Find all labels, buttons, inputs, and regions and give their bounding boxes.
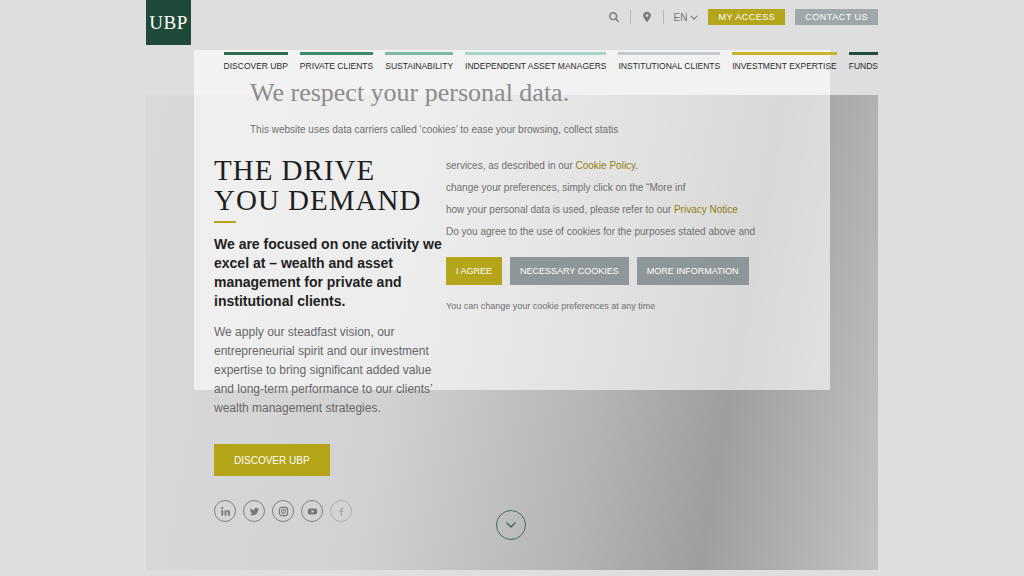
instagram-icon [278,506,289,517]
header-tools: EN MY ACCESS CONTACT US [608,0,878,25]
social-link[interactable] [272,500,294,522]
header-button[interactable]: CONTACT US [795,9,878,25]
separator [663,10,664,24]
cookie-text: services, as described in our Cookie Pol… [446,159,814,173]
cookie-details: services, as described in our Cookie Pol… [446,135,814,311]
chevron-down-icon [505,521,517,529]
facebook-icon [336,506,347,517]
social-link[interactable] [214,500,236,522]
cookie-button[interactable]: NECESSARY COOKIES [510,257,629,285]
cookie-button[interactable]: MORE INFORMATION [637,257,749,285]
main-nav: DISCOVER UBP PRIVATE CLIENTS SUSTAINABILIT… [146,45,878,95]
hero-content: THE DRIVEYOU DEMAND We are focused on one… [146,95,444,522]
cookie-text: change your preferences, simply click on… [446,181,814,195]
cookie-footer: You can change your cookie preferences a… [446,301,814,311]
twitter-icon [249,506,260,517]
nav-item[interactable]: FUNDS [849,52,878,71]
social-link[interactable] [330,500,352,522]
header: UBP EN MY ACCESS CONTACT US [146,0,878,45]
nav-item[interactable]: DISCOVER UBP [224,52,288,71]
nav-item[interactable]: SUSTAINABILITY [385,52,453,71]
social-links [214,500,444,522]
cookie-text: This website uses data carriers called ‘… [250,124,814,135]
scroll-down-button[interactable] [496,510,526,540]
nav-item[interactable]: INVESTMENT EXPERTISE [732,52,837,71]
cookie-button[interactable]: I AGREE [446,257,502,285]
header-button[interactable]: MY ACCESS [708,9,785,25]
location-pin-icon[interactable] [641,11,653,23]
title-underline [214,221,236,223]
linkedin-icon [220,506,231,517]
cookie-title: We respect your personal data. [250,78,814,108]
separator [630,10,631,24]
nav-item[interactable]: PRIVATE CLIENTS [300,52,373,71]
search-icon[interactable] [608,11,620,23]
nav-item[interactable]: INDEPENDENT ASSET MANAGERS [465,52,606,71]
social-link[interactable] [301,500,323,522]
nav-item[interactable]: INSTITUTIONAL CLIENTS [618,52,720,71]
social-link[interactable] [243,500,265,522]
cookie-text: how your personal data is used, please r… [446,203,814,217]
page: UBP EN MY ACCESS CONTACT US DISCOVER UBP PRIV… [146,0,878,570]
hero-body: We apply our steadfast vision, our entre… [214,323,444,418]
hero-title: THE DRIVEYOU DEMAND [214,155,444,215]
discover-button[interactable]: DISCOVER UBP [214,444,330,476]
cookie-link[interactable]: Cookie Policy [576,160,636,171]
language-select[interactable]: EN [674,12,699,23]
ubp-logo[interactable]: UBP [146,0,191,45]
hero-lead: We are focused on one activity we excel … [214,235,444,311]
cookie-text: Do you agree to the use of cookies for t… [446,225,814,239]
chevron-down-icon [690,15,698,20]
cookie-link[interactable]: Privacy Notice [674,204,738,215]
youtube-icon [307,506,318,517]
cookie-buttons: I AGREE NECESSARY COOKIES MORE INFORMATION [446,257,814,285]
